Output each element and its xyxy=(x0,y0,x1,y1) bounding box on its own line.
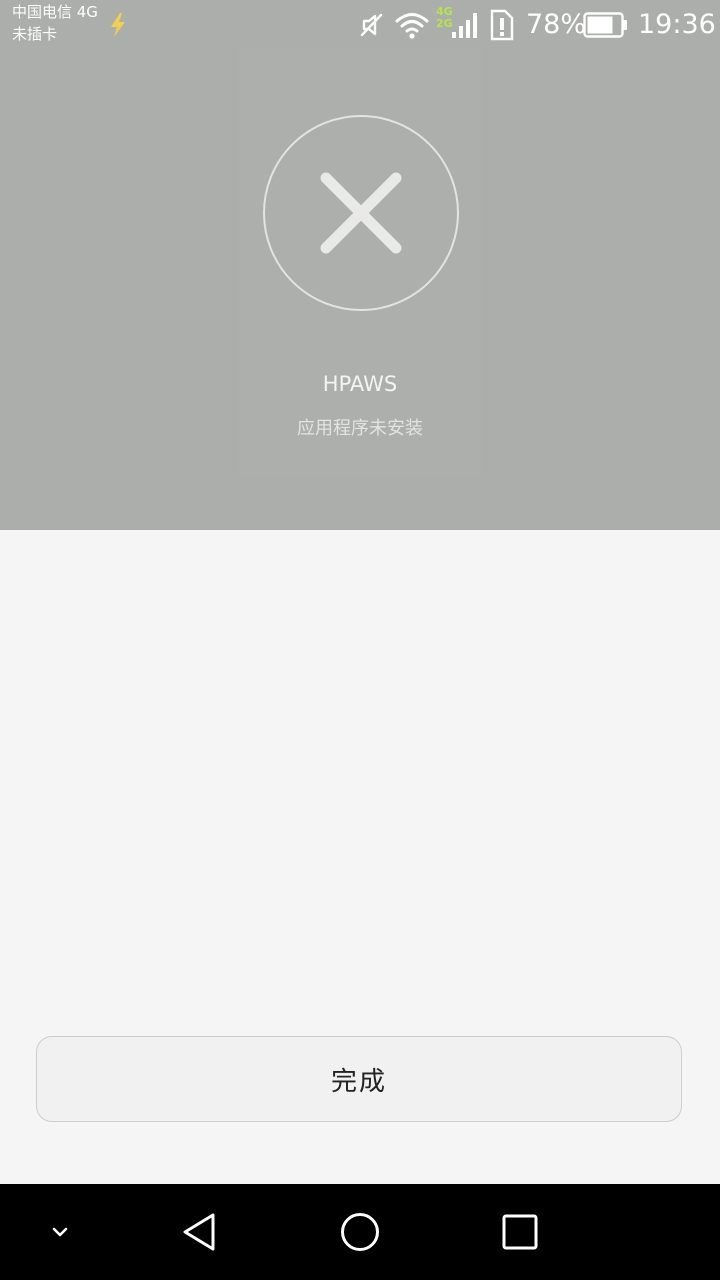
recent-apps-icon[interactable] xyxy=(470,1184,570,1280)
signal-icon xyxy=(450,10,480,44)
home-icon[interactable] xyxy=(310,1184,410,1280)
wifi-icon xyxy=(394,10,430,44)
done-button[interactable]: 完成 xyxy=(36,1036,682,1122)
mute-icon xyxy=(358,11,386,43)
close-icon xyxy=(263,115,459,311)
result-header: 中国电信 4G 未插卡 4G 2G 78% 19:36 HPAWS 应用程序未安… xyxy=(0,0,720,530)
back-icon[interactable] xyxy=(150,1184,250,1280)
sim-status: 未插卡 xyxy=(12,25,58,43)
chevron-down-icon[interactable] xyxy=(10,1184,110,1280)
status-bar: 中国电信 4G 未插卡 4G 2G 78% 19:36 xyxy=(0,0,720,50)
navigation-bar xyxy=(0,1184,720,1280)
sim-alert-icon xyxy=(488,9,516,45)
battery-percent: 78% xyxy=(526,9,587,40)
carrier-name: 中国电信 4G xyxy=(12,3,98,21)
charging-icon xyxy=(108,12,128,42)
battery-icon xyxy=(583,12,629,42)
install-status-text: 应用程序未安装 xyxy=(297,418,423,439)
app-name: HPAWS xyxy=(322,372,398,396)
clock: 19:36 xyxy=(638,9,716,40)
install-result-screen: 中国电信 4G 未插卡 4G 2G 78% 19:36 HPAWS 应用程序未安… xyxy=(0,0,720,1280)
done-button-label: 完成 xyxy=(330,1066,387,1097)
